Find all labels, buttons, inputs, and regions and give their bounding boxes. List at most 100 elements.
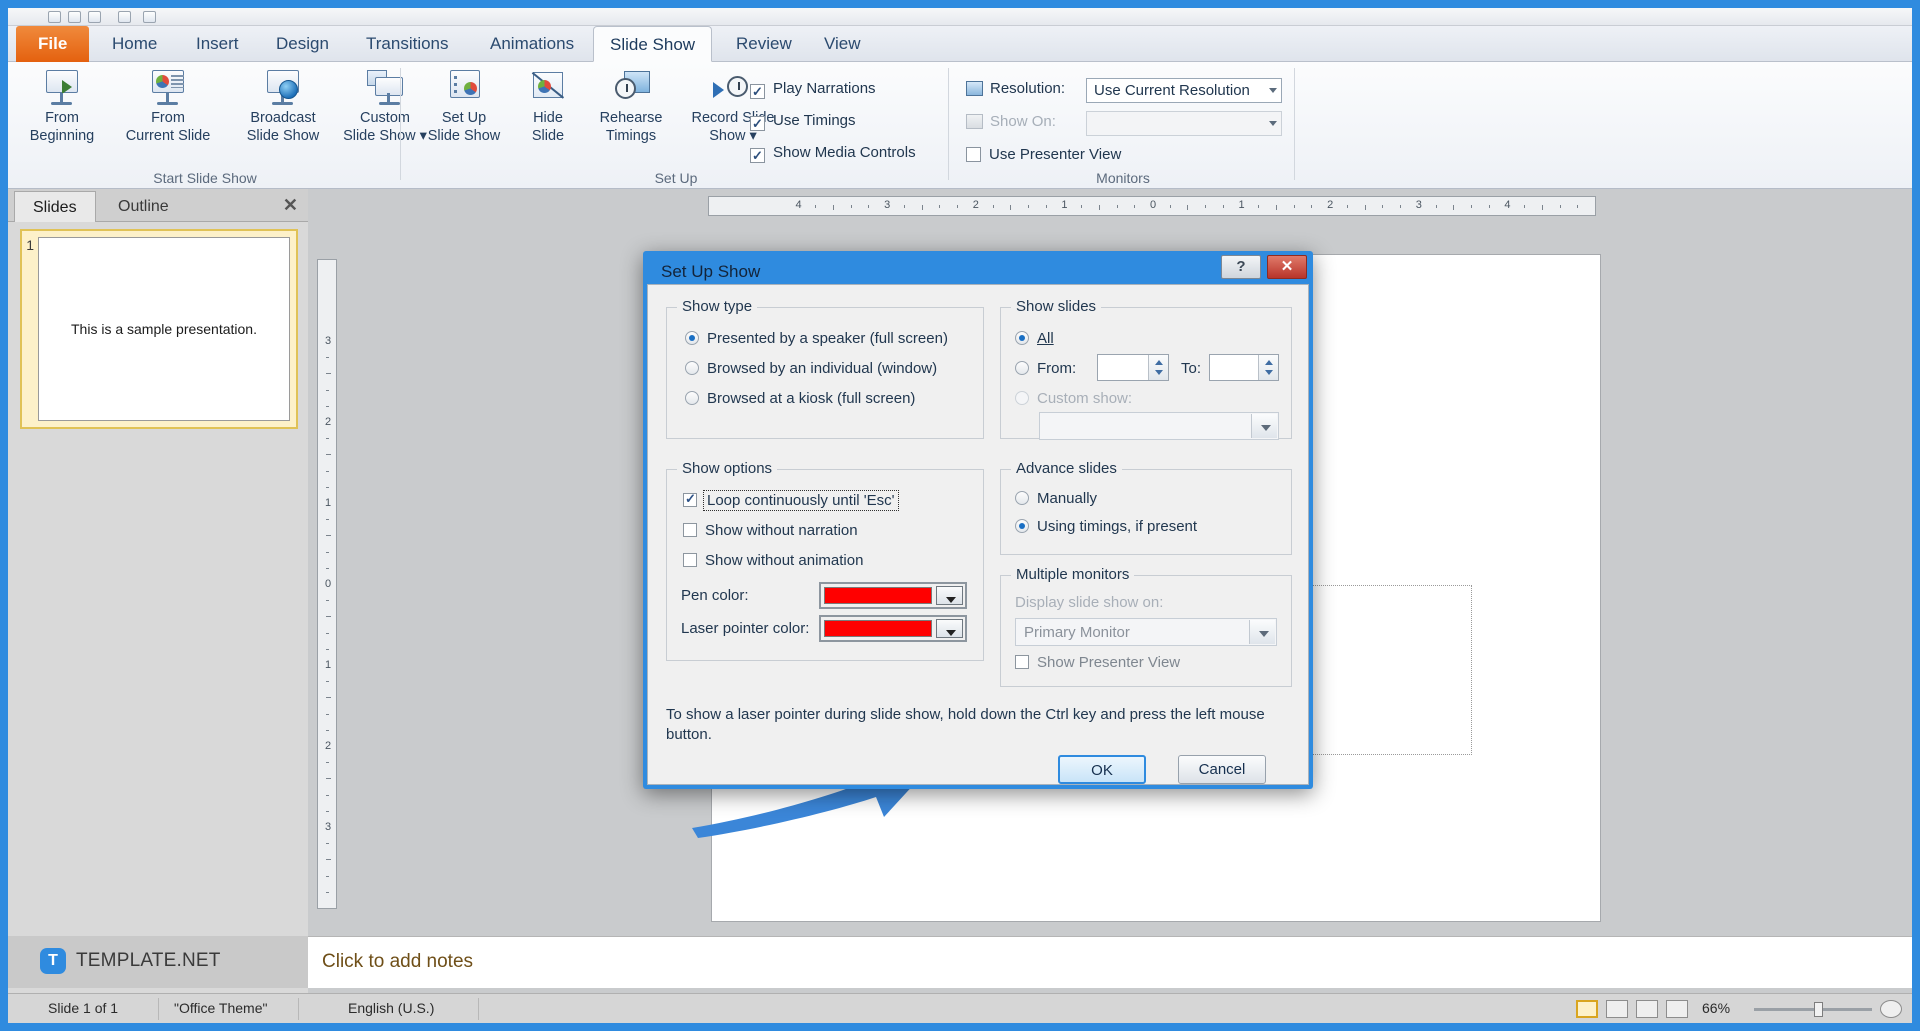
show-without-narration-check-icon — [683, 523, 697, 537]
dialog-body: Show type Presented by a speaker (full s… — [647, 284, 1309, 785]
radio-custom-show[interactable]: Custom show: — [1015, 390, 1132, 407]
button-broadcast-slide-show[interactable]: Broadcast Slide Show — [230, 68, 336, 144]
ruler-tick-label: 1 — [1238, 199, 1245, 211]
ruler-tick — [326, 389, 329, 391]
combo-show-on[interactable] — [1086, 111, 1282, 136]
laser-color-dropdown-icon[interactable] — [936, 619, 963, 638]
spinner-from-buttons[interactable] — [1148, 355, 1168, 380]
tab-file[interactable]: File — [16, 26, 90, 62]
chevron-down-icon[interactable] — [1249, 620, 1275, 644]
ruler-tick — [1559, 205, 1561, 208]
button-broadcast-line1: Broadcast — [250, 110, 316, 126]
spinner-from-down-icon[interactable] — [1155, 370, 1163, 375]
notes-pane[interactable]: Click to add notes — [308, 936, 1912, 988]
fit-to-window-icon[interactable] — [1880, 1000, 1902, 1018]
close-panel-icon[interactable]: ✕ — [283, 195, 298, 216]
spinner-to-buttons[interactable] — [1258, 355, 1278, 380]
button-hide-slide[interactable]: Hide Slide — [516, 68, 580, 144]
radio-advance-using-timings[interactable]: Using timings, if present — [1015, 518, 1197, 535]
radio-from-to[interactable]: From: — [1015, 360, 1076, 377]
panel-tab-slides[interactable]: Slides — [14, 191, 96, 222]
help-icon: ? — [1236, 258, 1246, 275]
pen-color-dropdown-icon[interactable] — [936, 586, 963, 605]
cancel-button[interactable]: Cancel — [1178, 755, 1266, 784]
from-beginning-icon — [42, 68, 82, 108]
dialog-close-button[interactable]: ✕ — [1267, 255, 1307, 279]
status-language[interactable]: English (U.S.) — [348, 1000, 434, 1016]
zoom-slider[interactable] — [1754, 1008, 1872, 1011]
checkbox-show-without-animation[interactable]: Show without animation — [683, 552, 863, 569]
view-slide-show-icon[interactable] — [1666, 1000, 1688, 1018]
ribbon-group-start-slide-show: From Beginning From Current Slide Broadc… — [8, 62, 427, 189]
picker-pen-color[interactable] — [819, 582, 967, 609]
qat-undo-icon[interactable] — [68, 11, 81, 23]
view-normal-icon[interactable] — [1576, 1000, 1598, 1018]
tab-animations-label: Animations — [490, 34, 575, 53]
button-from-current-slide[interactable]: From Current Slide — [108, 68, 228, 144]
ruler-tick — [326, 454, 331, 456]
qat-save-icon[interactable] — [48, 11, 61, 23]
radio-advance-manually[interactable]: Manually — [1015, 490, 1097, 507]
ruler-tick-label: 2 — [1327, 199, 1334, 211]
checkbox-loop-continuously[interactable]: Loop continuously until 'Esc' — [683, 490, 899, 511]
custom-slide-show-icon — [365, 68, 405, 108]
watermark-suffix: .NET — [176, 950, 221, 971]
radio-browsed-at-kiosk[interactable]: Browsed at a kiosk (full screen) — [685, 390, 915, 407]
tab-animations[interactable]: Animations — [474, 26, 590, 62]
qat-redo-icon[interactable] — [88, 11, 101, 23]
radio-advance-using-timings-label: Using timings, if present — [1037, 518, 1198, 535]
status-zoom-level[interactable]: 66% — [1702, 1000, 1730, 1016]
set-up-show-dialog[interactable]: Set Up Show ? ✕ Show type Presented by a… — [643, 251, 1313, 789]
tab-view[interactable]: View — [808, 26, 877, 62]
tab-review[interactable]: Review — [720, 26, 808, 62]
tab-design[interactable]: Design — [260, 26, 345, 62]
checkbox-show-presenter-view[interactable]: Show Presenter View — [1015, 654, 1180, 671]
button-rehearse-timings[interactable]: Rehearse Timings — [584, 68, 678, 144]
slide-thumbnail[interactable]: This is a sample presentation. — [38, 237, 290, 421]
ruler-tick — [326, 794, 329, 796]
checkbox-show-without-narration[interactable]: Show without narration — [683, 522, 858, 539]
radio-presented-by-speaker[interactable]: Presented by a speaker (full screen) — [685, 330, 948, 347]
qat-slideshow-icon[interactable] — [118, 11, 131, 23]
zoom-slider-knob[interactable] — [1814, 1002, 1823, 1017]
ok-button[interactable]: OK — [1058, 755, 1146, 784]
view-slide-sorter-icon[interactable] — [1606, 1000, 1628, 1018]
button-set-up-slide-show[interactable]: Set Up Slide Show — [414, 68, 514, 144]
spell-check-icon[interactable] — [314, 1000, 336, 1018]
ruler-tick — [326, 875, 329, 877]
spinner-to-up-icon[interactable] — [1265, 360, 1273, 365]
ruler-tick — [1541, 205, 1543, 210]
radio-presented-by-speaker-label: Presented by a speaker (full screen) — [707, 330, 948, 347]
view-reading-icon[interactable] — [1636, 1000, 1658, 1018]
pen-color-swatch — [824, 587, 932, 604]
checkbox-use-presenter-view[interactable]: Use Presenter View — [966, 146, 1121, 163]
combo-custom-show[interactable] — [1039, 412, 1279, 440]
chevron-down-icon[interactable] — [1251, 414, 1277, 438]
tab-transitions[interactable]: Transitions — [350, 26, 465, 62]
checkbox-play-narrations[interactable]: Play Narrations — [750, 80, 876, 99]
ruler-tick — [326, 373, 331, 375]
radio-browsed-by-individual[interactable]: Browsed by an individual (window) — [685, 360, 937, 377]
group-advance-slides: Advance slides Manually Using timings, i… — [1000, 460, 1292, 555]
button-from-beginning[interactable]: From Beginning — [16, 68, 108, 144]
dialog-help-button[interactable]: ? — [1221, 255, 1261, 279]
tab-insert[interactable]: Insert — [180, 26, 255, 62]
checkbox-show-media-controls[interactable]: Show Media Controls — [750, 144, 916, 163]
combo-display-monitor[interactable]: Primary Monitor — [1015, 618, 1277, 646]
panel-tab-outline[interactable]: Outline — [100, 191, 187, 222]
combo-resolution[interactable]: Use Current Resolution — [1086, 78, 1282, 103]
spinner-to[interactable] — [1209, 354, 1279, 381]
slide-thumbnail-item[interactable]: 1 This is a sample presentation. — [20, 229, 298, 429]
spinner-from-up-icon[interactable] — [1155, 360, 1163, 365]
ruler-tick — [1116, 205, 1118, 208]
checkbox-use-timings[interactable]: Use Timings — [750, 112, 856, 131]
picker-laser-pointer-color[interactable] — [819, 615, 967, 642]
spinner-to-down-icon[interactable] — [1265, 370, 1273, 375]
radio-all-slides[interactable]: All — [1015, 330, 1054, 347]
spinner-from[interactable] — [1097, 354, 1169, 381]
qat-customize-icon[interactable] — [143, 11, 156, 23]
tab-transitions-label: Transitions — [366, 34, 449, 53]
tab-slide-show[interactable]: Slide Show — [593, 26, 713, 62]
tab-home[interactable]: Home — [96, 26, 173, 62]
button-from-beginning-line1: From — [45, 110, 79, 126]
